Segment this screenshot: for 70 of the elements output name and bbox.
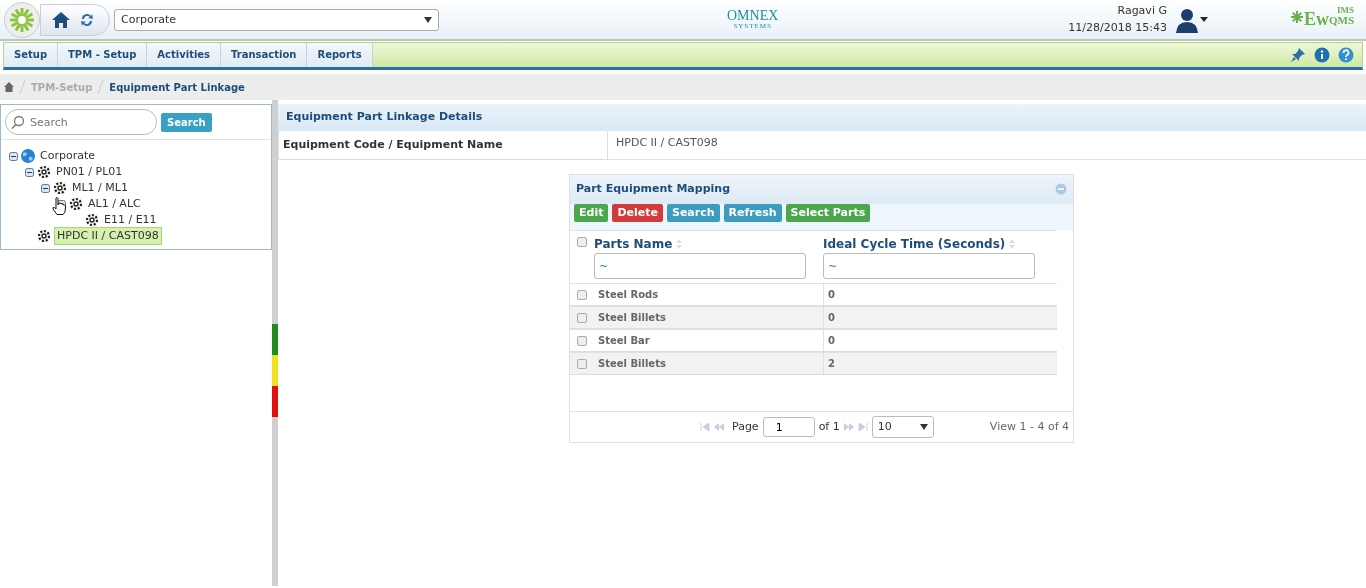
menu-tab[interactable]: Reports (307, 43, 373, 67)
table-cell-text: Steel Bar (597, 334, 651, 348)
caret-icon (424, 16, 432, 23)
help-icon[interactable] (1338, 47, 1354, 63)
filter-field[interactable]: ~ (594, 253, 806, 279)
record-summary: View 1 - 4 of 4 (989, 418, 1069, 435)
row-checkbox[interactable] (577, 335, 587, 346)
previous-page-icon[interactable] (714, 423, 724, 431)
tree-item[interactable]: Corporate (38, 147, 97, 165)
menu-tab[interactable]: Setup (4, 43, 59, 67)
table-cell: 0 (823, 307, 1053, 328)
next-page-icon[interactable] (843, 423, 854, 431)
sort-icon[interactable] (1009, 239, 1016, 249)
caret-icon[interactable] (1198, 16, 1209, 23)
globe-icon (20, 148, 36, 164)
menu-tab[interactable]: Activities (147, 43, 222, 67)
table-cell-text: Steel Billets (597, 357, 667, 371)
site-select[interactable]: Corporate (114, 8, 439, 31)
home-icon[interactable] (4, 82, 14, 92)
gear-icon (68, 196, 84, 212)
table-cell-text: Steel Rods (597, 288, 660, 302)
column-header[interactable]: Ideal Cycle Time (Seconds) (823, 235, 1006, 253)
page-count: of 1 (818, 418, 840, 435)
sun-icon (8, 5, 36, 34)
tree-item[interactable]: E11 / E11 (102, 211, 159, 229)
row-checkbox[interactable] (577, 289, 587, 300)
column-header[interactable]: Parts Name (594, 235, 673, 253)
row-checkbox[interactable] (577, 312, 587, 323)
panel-title: Equipment Part Linkage Details (278, 104, 1366, 131)
gear-icon (36, 228, 52, 244)
breadcrumb-current: Equipment Part Linkage (109, 80, 245, 95)
table-cell-text: Steel Billets (597, 311, 667, 325)
menu-tab[interactable]: Transaction (221, 43, 308, 67)
table-cell: 0 (823, 284, 1053, 305)
first-page-icon[interactable] (700, 423, 710, 431)
menu-tab[interactable]: TPM - Setup (58, 43, 148, 67)
pin-icon[interactable] (1290, 47, 1306, 63)
date-time: 11/28/2018 15:43 (1068, 19, 1167, 36)
tree-item[interactable]: ML1 / ML1 (70, 179, 130, 197)
page-label: Page (732, 418, 759, 435)
select-all-checkbox[interactable] (577, 237, 587, 247)
hand-cursor-icon (52, 197, 66, 215)
field-label: Equipment Code / Equipment Name (278, 130, 608, 160)
info-icon[interactable] (1314, 47, 1330, 63)
collapse-icon[interactable] (9, 151, 18, 161)
caret-icon (919, 424, 928, 430)
sort-icon[interactable] (676, 239, 683, 249)
home-icon[interactable] (51, 9, 71, 30)
last-page-icon[interactable] (857, 423, 868, 431)
filter-field[interactable]: ~ (823, 253, 1035, 279)
tree-item[interactable]: HPDC II / CAST098 (54, 226, 162, 246)
search-field[interactable]: Search (5, 109, 157, 135)
row-checkbox[interactable] (577, 358, 587, 369)
gear-icon (36, 164, 52, 180)
tree-item[interactable]: AL1 / ALC (86, 195, 143, 213)
user-name: Ragavi G (1116, 3, 1167, 19)
page-size-select[interactable]: 10 (871, 416, 934, 438)
search-icon (11, 115, 25, 129)
collapse-icon[interactable] (41, 183, 50, 193)
page-field[interactable]: 1 (762, 417, 815, 437)
table-cell: 2 (823, 353, 1053, 374)
collapse-icon[interactable] (25, 167, 34, 177)
grid-title: Part Equipment Mapping (576, 181, 730, 197)
user-avatar-icon[interactable] (1174, 6, 1199, 33)
tree-item[interactable]: PN01 / PL01 (54, 163, 125, 181)
table-cell: 0 (823, 330, 1053, 351)
field-value: HPDC II / CAST098 (608, 130, 1366, 160)
refresh-icon[interactable] (79, 11, 95, 28)
gear-icon (84, 212, 100, 228)
gear-icon (52, 180, 68, 196)
